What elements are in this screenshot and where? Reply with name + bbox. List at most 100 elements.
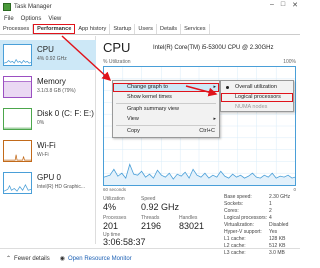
spec-value: Yes: [269, 229, 278, 235]
tab-startup[interactable]: Startup: [110, 24, 136, 34]
spec-row: Virtualization: Disabled: [224, 222, 300, 229]
sidebar-item-sub: 3.1/3.8 GB (79%): [37, 88, 76, 94]
submenu-arrow-icon: ▸: [213, 84, 216, 90]
resource-monitor-label: Open Resource Monitor: [67, 255, 132, 262]
sidebar-item-disk[interactable]: Disk 0 (C: F: E:) 0%: [0, 104, 96, 134]
logical-processors-menu-item[interactable]: Logical processors: [221, 93, 293, 102]
tab-services[interactable]: Services: [181, 24, 210, 34]
menu-file[interactable]: File: [4, 16, 14, 22]
sidebar-item-cpu[interactable]: CPU 4% 0.92 GHz: [0, 40, 96, 70]
change-graph-submenu: Overall utilization Logical processors N…: [220, 80, 294, 112]
submenu-arrow-icon: ▸: [213, 116, 216, 122]
sidebar-item-label: Wi-Fi: [37, 141, 56, 150]
tab-processes[interactable]: Processes: [0, 24, 34, 34]
cpu-model-name: Intel(R) Core(TM) i5-5300U CPU @ 2.30GHz: [153, 45, 274, 51]
spec-key: Logical processors:: [224, 215, 268, 221]
cpu-thumbnail-graph: [3, 44, 32, 66]
graph-time-start-label: 60 seconds: [103, 187, 127, 192]
task-manager-app-icon: [3, 3, 11, 11]
fewer-details-link[interactable]: ⌃ Fewer details: [6, 255, 50, 263]
utilization-axis-label: % Utilization: [103, 59, 131, 65]
change-graph-to-menu-item[interactable]: Change graph to ▸: [113, 83, 219, 92]
sidebar-item-sub: Wi-Fi: [37, 152, 49, 158]
tab-performance[interactable]: Performance: [33, 24, 76, 34]
sidebar-item-label: Disk 0 (C: F: E:): [37, 109, 94, 118]
chevron-up-icon: ⌃: [6, 256, 12, 262]
threads-value: 2196: [141, 221, 162, 231]
copy-shortcut: Ctrl+C: [199, 128, 215, 134]
show-kernel-times-menu-item[interactable]: Show kernel times: [113, 93, 219, 102]
cpu-stats: Utilization 4% Speed 0.92 GHz Processes …: [103, 196, 218, 247]
menu-item-label: Copy: [127, 128, 140, 134]
menu-divider: [116, 103, 216, 104]
tab-bar: Processes Performance App history Startu…: [0, 24, 300, 35]
spec-row: Base speed: 2.30 GHz: [224, 194, 300, 201]
menu-item-label: Change graph to: [127, 84, 168, 90]
spec-value: 128 KB: [269, 236, 286, 242]
utilization-value: 4%: [103, 202, 117, 212]
graph-time-end-label: 0: [293, 187, 296, 192]
maximize-button[interactable]: □: [281, 1, 285, 9]
spec-value: Disabled: [269, 222, 289, 228]
footer-bar: ⌃ Fewer details ◉ Open Resource Monitor: [0, 248, 300, 268]
spec-value: 2: [269, 208, 272, 214]
spec-key: Base speed:: [224, 194, 252, 200]
menu-options[interactable]: Options: [21, 16, 42, 22]
title-bar: Task Manager – □ ✕: [0, 0, 300, 14]
sidebar-item-wifi[interactable]: Wi-Fi Wi-Fi: [0, 136, 96, 166]
sidebar-item-sub: 0%: [37, 120, 45, 126]
memory-thumbnail-graph: [3, 76, 32, 98]
wifi-thumbnail-graph: [3, 140, 32, 162]
sidebar-item-sub: Intel(R) HD Graphic...: [37, 184, 86, 190]
spec-row: L1 cache: 128 KB: [224, 236, 300, 243]
sidebar-item-label: CPU: [37, 45, 54, 54]
tab-users[interactable]: Users: [135, 24, 157, 34]
resource-monitor-icon: ◉: [59, 256, 65, 262]
spec-key: L1 cache:: [224, 236, 246, 242]
speed-value: 0.92 GHz: [141, 202, 180, 212]
sidebar-item-sub: 4% 0.92 GHz: [37, 56, 67, 62]
gpu-thumbnail-graph: [3, 172, 32, 194]
sidebar-item-memory[interactable]: Memory 3.1/3.8 GB (79%): [0, 72, 96, 102]
spec-value: 4: [269, 215, 272, 221]
disk-thumbnail-graph: [3, 108, 32, 130]
copy-menu-item[interactable]: Copy Ctrl+C: [113, 127, 219, 136]
menu-item-label: View: [127, 116, 139, 122]
fewer-details-label: Fewer details: [14, 255, 50, 262]
spec-row: Hyper-V support: Yes: [224, 229, 300, 236]
tab-app-history[interactable]: App history: [75, 24, 111, 34]
spec-value: 2.30 GHz: [269, 194, 291, 200]
tab-details[interactable]: Details: [157, 24, 182, 34]
close-button[interactable]: ✕: [292, 1, 298, 9]
resource-sidebar: CPU 4% 0.92 GHz Memory 3.1/3.8 GB (79%) …: [0, 36, 96, 244]
view-menu-item[interactable]: View ▸: [113, 115, 219, 124]
spec-value: 1: [269, 201, 272, 207]
spec-row: Cores: 2: [224, 208, 300, 215]
menu-item-label: Overall utilization: [235, 84, 277, 90]
window-title: Task Manager: [14, 4, 52, 10]
sidebar-item-label: GPU 0: [37, 173, 62, 182]
spec-row: Sockets: 1: [224, 201, 300, 208]
spec-key: Hyper-V support:: [224, 229, 262, 235]
numa-nodes-menu-item: NUMA nodes: [235, 104, 268, 110]
menu-view[interactable]: View: [48, 16, 61, 22]
overall-utilization-menu-item[interactable]: Overall utilization: [221, 83, 293, 92]
resource-monitor-link[interactable]: ◉ Open Resource Monitor: [59, 255, 132, 263]
spec-row: Logical processors: 4: [224, 215, 300, 222]
handles-value: 83021: [179, 221, 205, 231]
page-title: CPU: [103, 40, 131, 55]
spec-key: Cores:: [224, 208, 239, 214]
minimize-button[interactable]: –: [270, 1, 274, 9]
sidebar-item-gpu[interactable]: GPU 0 Intel(R) HD Graphic...: [0, 168, 96, 198]
graph-summary-view-menu-item[interactable]: Graph summary view: [113, 105, 219, 114]
sidebar-item-label: Memory: [37, 77, 66, 86]
graph-context-menu: Change graph to ▸ Show kernel times Grap…: [112, 80, 220, 138]
menu-bar: File Options View: [0, 14, 61, 24]
uptime-value: 3:06:58:37: [103, 237, 146, 247]
processes-value: 201: [103, 221, 119, 231]
cpu-panel: CPU Intel(R) Core(TM) i5-5300U CPU @ 2.3…: [97, 36, 300, 256]
spec-key: Sockets:: [224, 201, 244, 207]
selected-radio-icon: [226, 86, 229, 89]
menu-divider: [116, 125, 216, 126]
utilization-max-label: 100%: [283, 59, 296, 65]
